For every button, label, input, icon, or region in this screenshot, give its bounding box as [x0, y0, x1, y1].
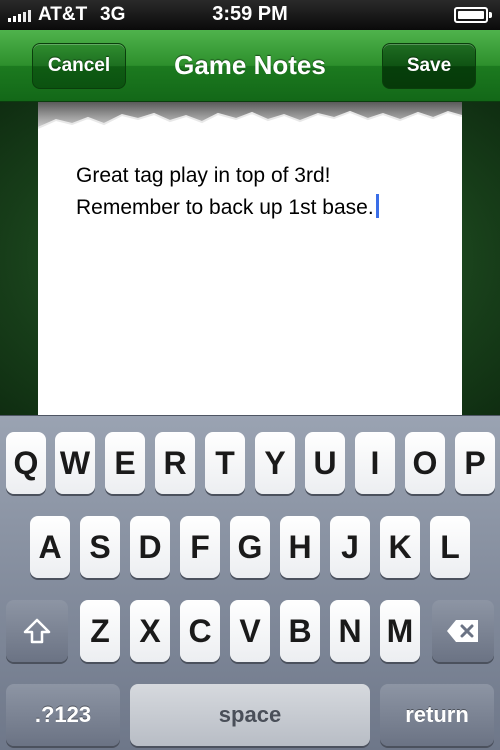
status-time: 3:59 PM — [212, 3, 288, 25]
shift-key[interactable] — [6, 600, 68, 662]
key-r[interactable]: R — [155, 432, 195, 494]
note-text-area[interactable]: Great tag play in top of 3rd! Remember t… — [76, 160, 436, 224]
key-o[interactable]: O — [405, 432, 445, 494]
key-u[interactable]: U — [305, 432, 345, 494]
key-z[interactable]: Z — [80, 600, 120, 662]
key-x[interactable]: X — [130, 600, 170, 662]
key-t[interactable]: T — [205, 432, 245, 494]
space-key-label: space — [218, 702, 282, 727]
numbers-key[interactable]: .?123 — [6, 684, 120, 746]
key-w[interactable]: W — [55, 432, 95, 494]
delete-key[interactable] — [432, 600, 494, 662]
key-e[interactable]: E — [105, 432, 145, 494]
key-q[interactable]: Q — [6, 432, 46, 494]
shift-arrow-icon — [23, 618, 51, 644]
key-j[interactable]: J — [330, 516, 370, 578]
note-line-text: Remember to back up 1st base. — [76, 196, 374, 219]
navigation-bar: Cancel Game Notes Save — [0, 30, 500, 102]
key-f[interactable]: F — [180, 516, 220, 578]
note-line: Remember to back up 1st base. — [76, 192, 436, 224]
return-key[interactable]: return — [380, 684, 494, 746]
key-h[interactable]: H — [280, 516, 320, 578]
backspace-icon — [447, 620, 478, 642]
torn-paper-edge — [38, 102, 462, 129]
key-m[interactable]: M — [380, 600, 420, 662]
key-p[interactable]: P — [455, 432, 495, 494]
key-l[interactable]: L — [430, 516, 470, 578]
note-line: Great tag play in top of 3rd! — [76, 164, 331, 187]
note-paper[interactable]: Great tag play in top of 3rd! Remember t… — [38, 102, 462, 415]
key-i[interactable]: I — [355, 432, 395, 494]
key-a[interactable]: A — [30, 516, 70, 578]
key-b[interactable]: B — [280, 600, 320, 662]
battery-icon — [454, 7, 492, 23]
key-d[interactable]: D — [130, 516, 170, 578]
key-y[interactable]: Y — [255, 432, 295, 494]
space-key[interactable]: space — [130, 684, 370, 746]
key-g[interactable]: G — [230, 516, 270, 578]
key-c[interactable]: C — [180, 600, 220, 662]
numbers-key-label: .?123 — [34, 702, 92, 727]
save-button[interactable]: Save — [382, 43, 476, 89]
key-n[interactable]: N — [330, 600, 370, 662]
return-key-label: return — [405, 702, 469, 727]
key-k[interactable]: K — [380, 516, 420, 578]
key-v[interactable]: V — [230, 600, 270, 662]
keyboard: Q W E R T Y U I O P A S D F G H J K L Z … — [0, 415, 500, 750]
text-caret — [375, 194, 379, 218]
status-bar: AT&T 3G 3:59 PM — [0, 0, 500, 30]
key-s[interactable]: S — [80, 516, 120, 578]
